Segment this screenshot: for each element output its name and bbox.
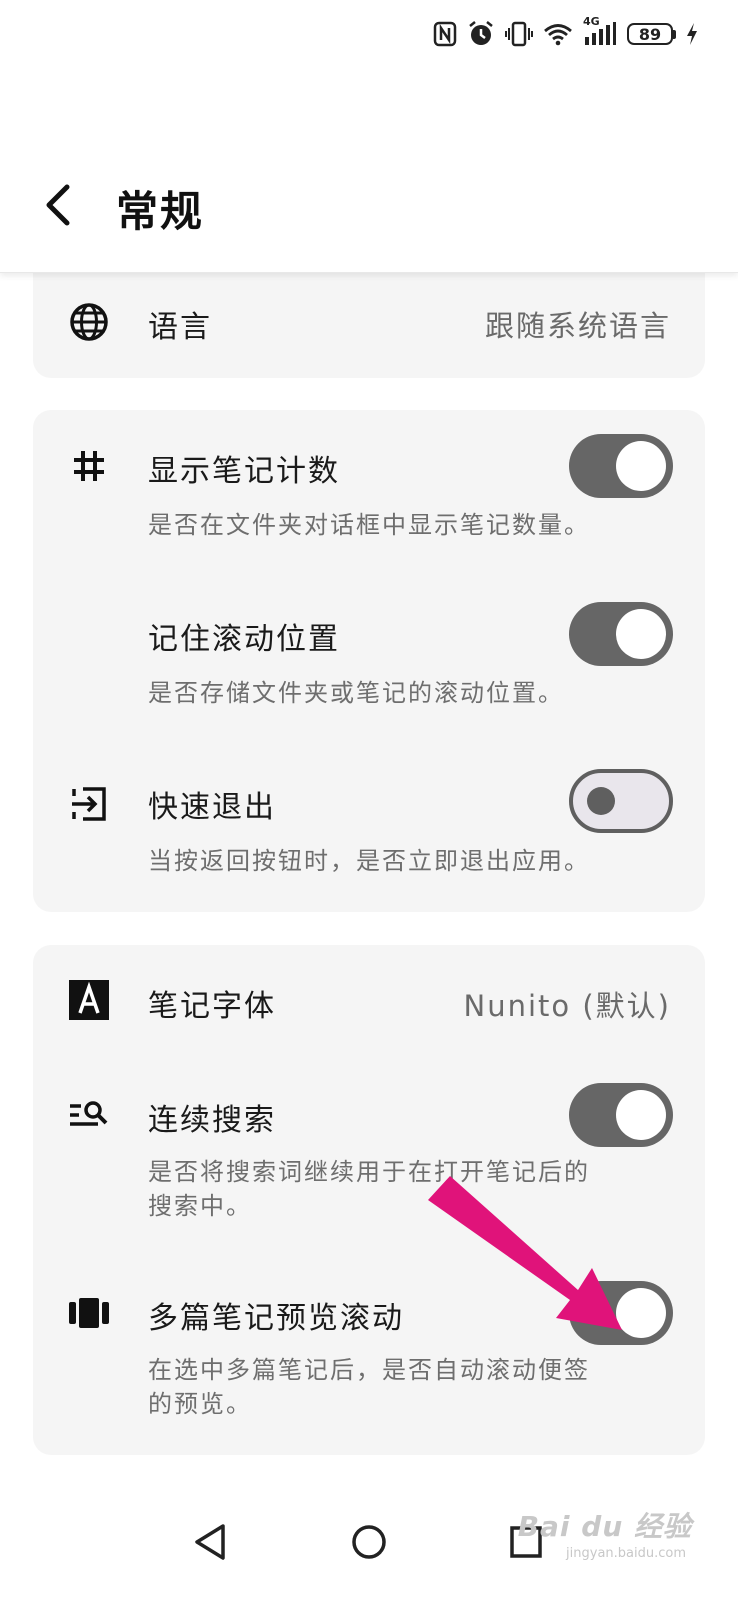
charging-icon [686,22,698,46]
nav-back-button[interactable] [180,1512,240,1572]
quick-exit-title: 快速退出 [148,790,276,825]
multi-preview-scroll-toggle[interactable] [569,1281,673,1345]
battery-icon: 89 [627,23,676,45]
show-count-toggle[interactable] [569,434,673,498]
continuous-search-desc: 是否将搜索词继续用于在打开笔记后的 搜索中。 [148,1155,648,1223]
hash-icon [67,444,111,488]
triangle-back-icon [195,1524,225,1560]
chevron-left-icon [46,184,70,226]
font-icon [67,978,111,1022]
watermark-brand: Bai du 经验 [517,1510,692,1543]
circle-home-icon [352,1525,386,1559]
language-title: 语言 [148,310,212,345]
remember-scroll-desc: 是否存储文件夹或笔记的滚动位置。 [148,679,564,707]
carousel-icon [67,1291,111,1335]
remember-scroll-toggle[interactable] [569,602,673,666]
nfc-icon [433,21,457,47]
battery-level: 89 [627,23,673,45]
note-font-value: Nunito (默认) [463,989,671,1023]
back-button[interactable] [36,180,80,230]
network-type-label: 4G [583,15,600,28]
multi-preview-scroll-title: 多篇笔记预览滚动 [148,1301,404,1336]
status-bar: 4G 89 [433,14,698,54]
display-settings-card: 显示笔记计数 是否在文件夹对话框中显示笔记数量。 记住滚动位置 是否存储文件夹或… [33,410,705,912]
multi-preview-scroll-row: 多篇笔记预览滚动 在选中多篇笔记后，是否自动滚动便签 的预览。 [33,1249,705,1455]
quick-exit-row: 快速退出 当按返回按钮时，是否立即退出应用。 [33,738,705,912]
nav-home-button[interactable] [339,1512,399,1572]
multi-preview-scroll-desc-line1: 在选中多篇笔记后，是否自动滚动便签 [148,1356,590,1384]
note-font-title: 笔记字体 [148,989,276,1024]
remember-scroll-row: 记住滚动位置 是否存储文件夹或笔记的滚动位置。 [33,570,705,738]
continuous-search-toggle[interactable] [569,1083,673,1147]
vibrate-icon [505,21,533,47]
continuous-search-desc-line1: 是否将搜索词继续用于在打开笔记后的 [148,1158,590,1186]
show-count-title: 显示笔记计数 [148,454,340,489]
search-list-icon [67,1093,111,1137]
page-title: 常规 [116,187,205,236]
show-count-desc: 是否在文件夹对话框中显示笔记数量。 [148,511,590,539]
multi-preview-scroll-desc-line2: 的预览。 [148,1390,252,1418]
quick-exit-desc: 当按返回按钮时，是否立即退出应用。 [148,847,590,875]
alarm-icon [467,20,495,48]
continuous-search-row: 连续搜索 是否将搜索词继续用于在打开笔记后的 搜索中。 [33,1063,705,1249]
language-value: 跟随系统语言 [484,309,671,343]
watermark-url: jingyan.baidu.com [566,1546,686,1561]
continuous-search-title: 连续搜索 [148,1103,276,1138]
note-settings-card: 笔记字体 Nunito (默认) 连续搜索 是否将搜索词继续用于在打开笔记后的 … [33,945,705,1455]
continuous-search-desc-line2: 搜索中。 [148,1192,252,1220]
note-font-row[interactable]: 笔记字体 Nunito (默认) [33,945,705,1063]
multi-preview-scroll-desc: 在选中多篇笔记后，是否自动滚动便签 的预览。 [148,1353,648,1421]
wifi-icon [543,22,573,46]
show-count-row: 显示笔记计数 是否在文件夹对话框中显示笔记数量。 [33,410,705,570]
app-header: 4G 89 常规 [0,0,738,273]
remember-scroll-title: 记住滚动位置 [148,622,340,657]
cellular-signal-icon: 4G [583,15,617,47]
quick-exit-toggle[interactable] [569,769,673,833]
exit-icon [67,782,111,826]
globe-icon [67,300,111,344]
